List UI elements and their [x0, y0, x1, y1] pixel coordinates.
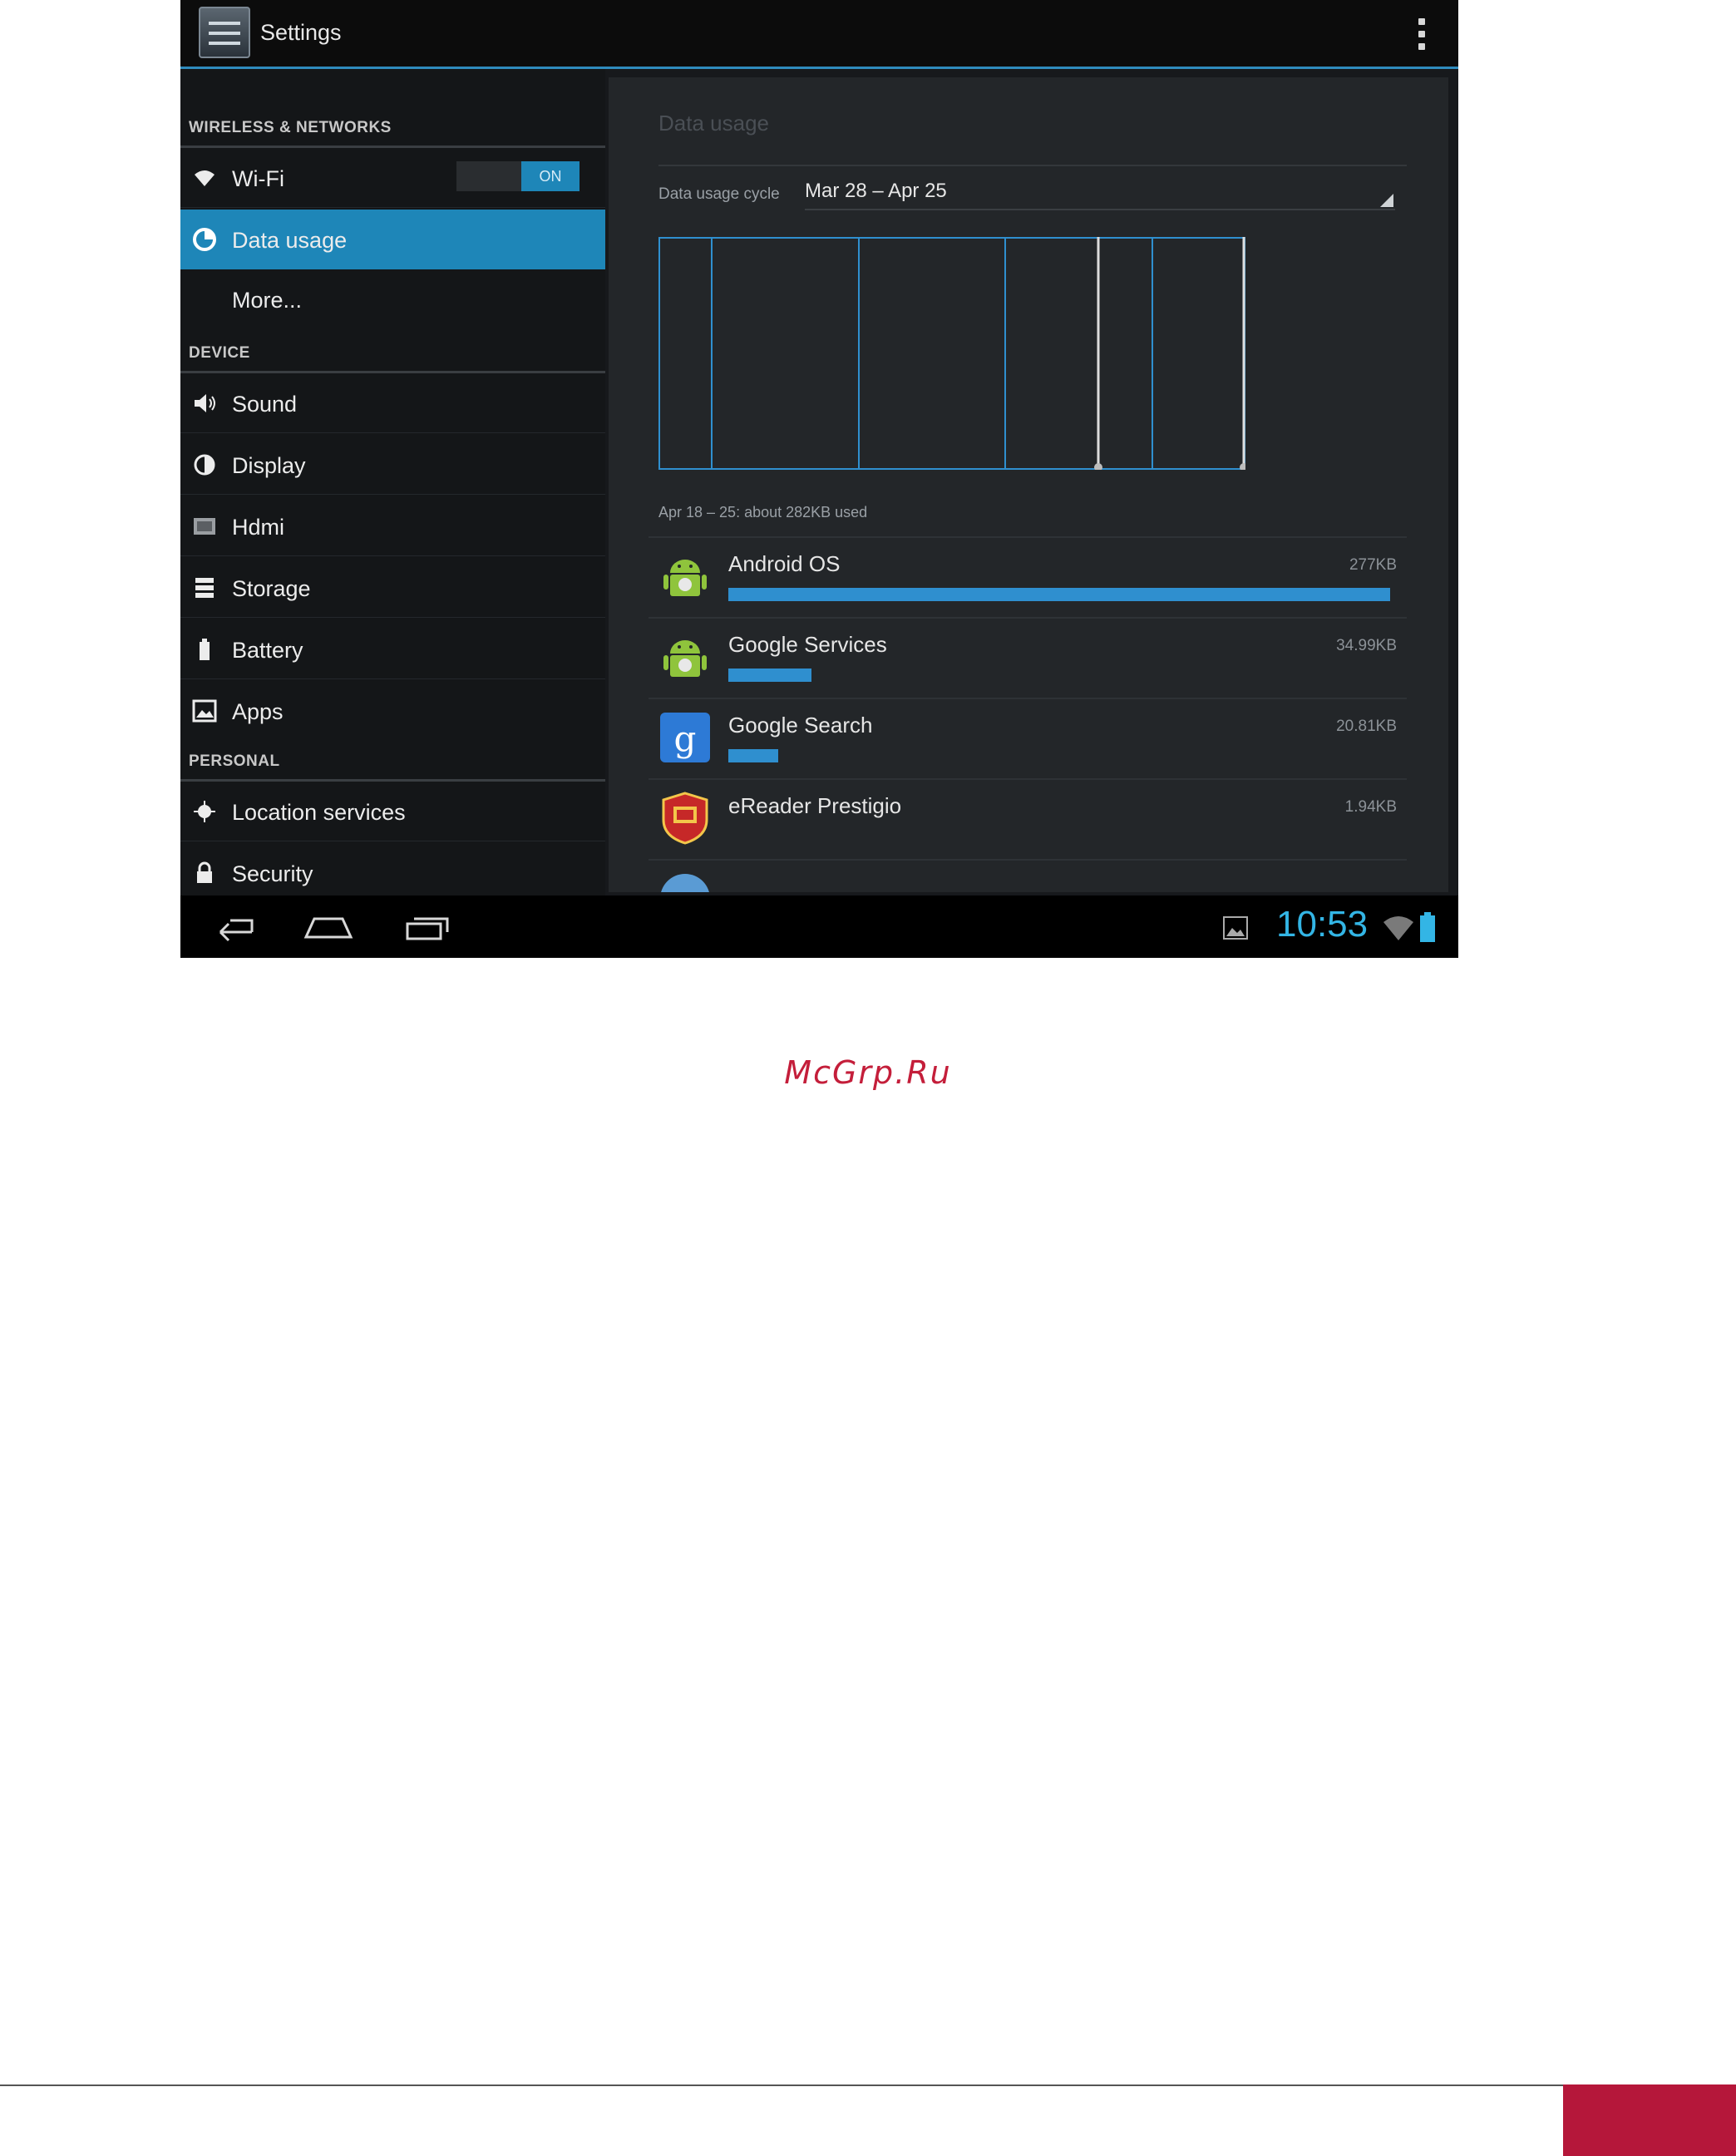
app-size: 20.81KB: [1336, 718, 1397, 735]
wifi-signal-icon: [1383, 916, 1413, 940]
sidebar-item-label: Data usage: [232, 228, 348, 253]
app-usage-row[interactable]: g Google Search 20.81KB: [649, 698, 1407, 778]
usage-chart[interactable]: [658, 237, 1245, 470]
data-usage-panel: Data usage Data usage cycle Mar 28 – Apr…: [609, 77, 1448, 892]
cycle-label: Data usage cycle: [658, 185, 780, 203]
sidebar-item-label: Storage: [232, 576, 311, 601]
watermark-text: McGrp.Ru: [784, 1054, 952, 1091]
app-name: Google Search: [728, 713, 873, 738]
ereader-icon: [662, 792, 708, 845]
screenshot-notification-icon[interactable]: [1222, 915, 1249, 940]
android-icon: [663, 640, 707, 677]
location-icon: [194, 801, 215, 822]
sidebar-item-label: Display: [232, 453, 306, 478]
sidebar-item-label: Hdmi: [232, 515, 285, 540]
chart-frame: [658, 237, 1245, 470]
range-start-knob: [1094, 463, 1102, 470]
sidebar-item-storage[interactable]: Storage: [180, 558, 605, 618]
sidebar-item-location-services[interactable]: Location services: [180, 782, 605, 841]
action-bar: Settings: [180, 0, 1458, 69]
lock-icon: [197, 861, 212, 883]
toggle-state: ON: [521, 161, 579, 191]
usage-bar: [728, 669, 811, 682]
app-size: 277KB: [1349, 556, 1397, 574]
divider: [658, 165, 1407, 166]
apps-icon: [192, 699, 217, 723]
sidebar-item-label: Wi-Fi: [232, 166, 284, 191]
back-icon[interactable]: [205, 907, 264, 945]
spinner-underline: [805, 209, 1395, 210]
app-icon: [661, 874, 709, 892]
display-icon: [194, 454, 215, 476]
sidebar-item-wifi[interactable]: Wi-Fi ON: [180, 148, 605, 208]
status-clock: 10:53: [1276, 904, 1369, 945]
usage-bar: [728, 588, 1390, 601]
app-name: Android OS: [728, 551, 841, 576]
svg-text:g: g: [674, 718, 697, 759]
app-name: eReader Prestigio: [728, 793, 902, 818]
data-usage-icon: [193, 228, 216, 251]
wifi-icon: [195, 170, 215, 186]
sidebar-item-more[interactable]: More...: [180, 269, 605, 329]
sidebar-item-hdmi[interactable]: Hdmi: [180, 496, 605, 556]
sound-icon: [195, 394, 215, 412]
footer-rule: [0, 2084, 1563, 2086]
app-usage-row[interactable]: eReader Prestigio 1.94KB: [649, 778, 1407, 859]
sidebar-item-label: Location services: [232, 800, 406, 825]
app-usage-row[interactable]: Android OS 277KB: [649, 536, 1407, 617]
section-header-device: DEVICE: [189, 344, 250, 362]
section-header-personal: PERSONAL: [189, 752, 280, 770]
page-title: Data usage: [658, 111, 769, 136]
app-size: 34.99KB: [1336, 637, 1397, 654]
range-summary: Apr 18 – 25: about 282KB used: [658, 504, 868, 520]
sidebar-item-label: Security: [232, 861, 313, 886]
wifi-toggle[interactable]: ON: [456, 161, 579, 191]
data-usage-content: Data usage Data usage cycle Mar 28 – Apr…: [609, 69, 1458, 895]
settings-sidebar: WIRELESS & NETWORKS Wi-Fi ON Data usage …: [180, 69, 605, 903]
range-end-knob: [1240, 463, 1245, 470]
android-icon: [663, 560, 707, 596]
home-icon[interactable]: [299, 907, 358, 945]
google-search-icon: g: [660, 713, 710, 762]
app-usage-row[interactable]: Google Services 34.99KB: [649, 617, 1407, 698]
sidebar-item-label: Battery: [232, 638, 303, 663]
section-header-wireless: WIRELESS & NETWORKS: [189, 119, 392, 136]
app-size: 1.94KB: [1344, 798, 1397, 816]
app-name: Google Services: [728, 632, 887, 657]
tablet-screenshot: Settings WIRELESS & NETWORKS Wi-Fi ON Da…: [180, 0, 1458, 958]
sidebar-item-apps[interactable]: Apps: [180, 681, 605, 741]
app-title: Settings: [260, 20, 342, 45]
battery-icon: [200, 639, 210, 660]
storage-icon: [195, 578, 214, 598]
hdmi-icon: [194, 518, 215, 535]
sidebar-item-display[interactable]: Display: [180, 435, 605, 495]
recent-apps-icon[interactable]: [401, 907, 459, 945]
battery-status-icon: [1420, 912, 1435, 942]
app-usage-row-partial[interactable]: [649, 859, 1407, 892]
sidebar-item-security[interactable]: Security: [180, 843, 605, 903]
sidebar-item-label: Apps: [232, 699, 284, 724]
cycle-spinner[interactable]: Mar 28 – Apr 25: [805, 180, 947, 203]
settings-app-icon[interactable]: [199, 7, 250, 58]
sidebar-item-label: Sound: [232, 392, 298, 417]
sidebar-item-sound[interactable]: Sound: [180, 373, 605, 433]
usage-bar: [728, 749, 778, 762]
sidebar-item-data-usage[interactable]: Data usage: [180, 210, 605, 269]
spinner-arrow-icon[interactable]: [1380, 194, 1393, 207]
overflow-menu-icon[interactable]: [1418, 18, 1425, 50]
sidebar-item-battery[interactable]: Battery: [180, 619, 605, 679]
system-navigation-bar: 10:53: [180, 895, 1458, 958]
sidebar-item-label: More...: [232, 288, 303, 313]
footer-accent-block: [1563, 2084, 1736, 2156]
